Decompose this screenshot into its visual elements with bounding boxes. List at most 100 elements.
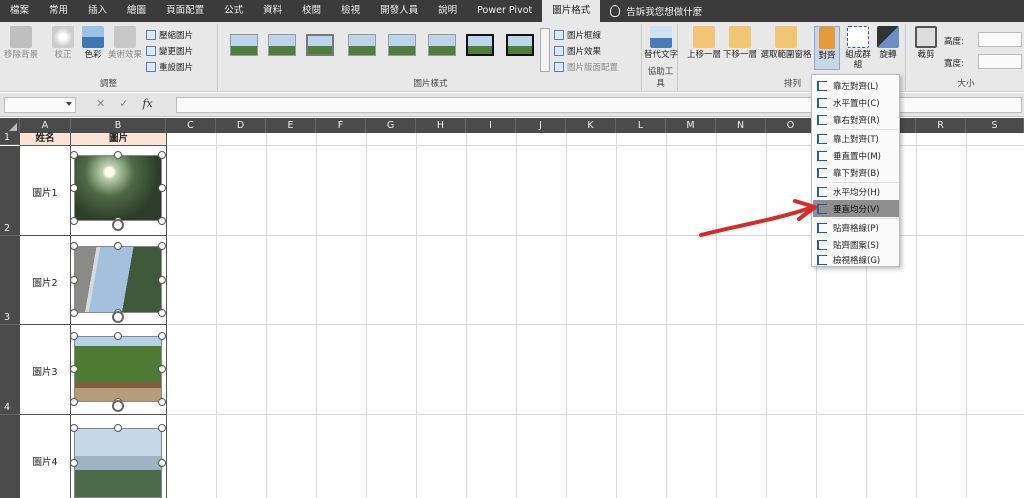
resize-handle[interactable] xyxy=(114,424,122,432)
resize-handle[interactable] xyxy=(158,424,166,432)
tab-review[interactable]: 校閱 xyxy=(292,0,331,22)
picture-style-5[interactable] xyxy=(388,34,416,56)
resize-handle[interactable] xyxy=(158,459,166,467)
column-header-j[interactable]: J xyxy=(516,118,566,133)
picture-2[interactable] xyxy=(74,246,162,313)
menu-align-top[interactable]: 靠上對齊(T) xyxy=(813,130,899,147)
resize-handle[interactable] xyxy=(158,184,166,192)
rotate-handle-icon[interactable] xyxy=(112,400,124,412)
color-button[interactable]: 色彩 xyxy=(76,26,110,60)
tab-formulas[interactable]: 公式 xyxy=(214,0,253,22)
send-backward-button[interactable]: 下移一層 xyxy=(720,26,760,60)
row-header-3[interactable]: 3 xyxy=(0,236,20,325)
resize-handle[interactable] xyxy=(158,275,166,284)
column-header-e[interactable]: E xyxy=(266,118,316,133)
selection-pane-button[interactable]: 選取範圍窗格 xyxy=(760,26,812,60)
tab-page-layout[interactable]: 頁面配置 xyxy=(156,0,214,22)
column-header-m[interactable]: M xyxy=(666,118,716,133)
tab-data[interactable]: 資料 xyxy=(253,0,292,22)
resize-handle[interactable] xyxy=(70,217,78,225)
column-header-l[interactable]: L xyxy=(616,118,666,133)
column-header-n[interactable]: N xyxy=(716,118,766,133)
menu-distribute-vertically[interactable]: 垂直均分(V) xyxy=(813,200,899,217)
resize-handle[interactable] xyxy=(70,398,78,406)
menu-align-middle[interactable]: 垂直置中(M) xyxy=(813,147,899,164)
column-header-b[interactable]: B xyxy=(71,118,166,133)
cell-a3[interactable]: 圖片2 xyxy=(20,275,70,289)
cell-b1[interactable]: 圖片 xyxy=(71,133,166,145)
picture-3[interactable] xyxy=(74,336,162,402)
enter-button[interactable]: ✓ xyxy=(119,97,128,110)
menu-align-center[interactable]: 水平置中(C) xyxy=(813,94,899,111)
remove-background-button[interactable]: 移除背景 xyxy=(4,26,38,60)
menu-snap-to-grid[interactable]: 貼齊格線(P) xyxy=(813,219,899,236)
picture-4[interactable] xyxy=(74,428,162,498)
resize-handle[interactable] xyxy=(70,275,78,284)
cell-a1[interactable]: 姓名 xyxy=(20,133,70,145)
resize-handle[interactable] xyxy=(158,365,166,373)
cell-a2[interactable]: 圖片1 xyxy=(20,185,70,199)
row-header-1[interactable]: 1 xyxy=(0,132,20,145)
tab-picture-format[interactable]: 圖片格式 xyxy=(542,0,601,22)
resize-handle[interactable] xyxy=(158,309,166,317)
width-input[interactable] xyxy=(978,54,1022,69)
picture-style-2[interactable] xyxy=(268,34,296,56)
row-header-2[interactable]: 2 xyxy=(0,146,20,236)
crop-button[interactable]: 裁剪 xyxy=(912,26,940,60)
tab-insert[interactable]: 插入 xyxy=(78,0,117,22)
tab-help[interactable]: 說明 xyxy=(428,0,467,22)
column-header-d[interactable]: D xyxy=(216,118,266,133)
column-header-k[interactable]: K xyxy=(566,118,616,133)
picture-style-6[interactable] xyxy=(428,34,456,56)
picture-style-3[interactable] xyxy=(306,34,334,56)
resize-handle[interactable] xyxy=(70,151,78,159)
resize-handle[interactable] xyxy=(70,309,78,317)
picture-style-8[interactable] xyxy=(506,34,534,56)
reset-picture-button[interactable]: 重設圖片 xyxy=(146,60,193,73)
row-header-5[interactable] xyxy=(0,415,20,498)
column-header-o[interactable]: O xyxy=(766,118,816,133)
column-header-c[interactable]: C xyxy=(166,118,216,133)
cell-a5[interactable]: 圖片4 xyxy=(20,454,70,468)
cell-a4[interactable]: 圖片3 xyxy=(20,364,70,378)
change-picture-button[interactable]: 變更圖片 xyxy=(146,44,193,57)
name-box[interactable] xyxy=(4,97,76,113)
resize-handle[interactable] xyxy=(158,242,166,250)
resize-handle[interactable] xyxy=(158,217,166,225)
tab-view[interactable]: 檢視 xyxy=(331,0,370,22)
resize-handle[interactable] xyxy=(114,151,122,159)
resize-handle[interactable] xyxy=(114,332,122,340)
picture-layout-button[interactable]: 圖片版面配置 xyxy=(554,60,618,73)
insert-function-button[interactable]: fx xyxy=(142,97,152,110)
cancel-button[interactable]: ✕ xyxy=(96,97,105,110)
bring-forward-button[interactable]: 上移一層 xyxy=(684,26,724,60)
tab-file[interactable]: 檔案 xyxy=(0,0,39,22)
resize-handle[interactable] xyxy=(70,332,78,340)
corrections-button[interactable]: 校正 xyxy=(46,26,80,60)
picture-border-button[interactable]: 圖片框線 xyxy=(554,28,601,41)
column-header-r[interactable]: R xyxy=(916,118,966,133)
rotate-handle-icon[interactable] xyxy=(112,311,124,323)
artistic-effects-button[interactable]: 美術效果 xyxy=(108,26,142,60)
column-header-s[interactable]: S xyxy=(966,118,1024,133)
resize-handle[interactable] xyxy=(70,184,78,192)
picture-1[interactable] xyxy=(74,155,162,221)
column-header-a[interactable]: A xyxy=(20,118,71,133)
resize-handle[interactable] xyxy=(70,242,78,250)
picture-effects-button[interactable]: 圖片效果 xyxy=(554,44,601,57)
tab-power-pivot[interactable]: Power Pivot xyxy=(467,0,542,22)
menu-align-left[interactable]: 靠左對齊(L) xyxy=(813,77,899,94)
picture-style-4[interactable] xyxy=(348,34,376,56)
resize-handle[interactable] xyxy=(70,365,78,373)
resize-handle[interactable] xyxy=(70,424,78,432)
menu-distribute-horizontally[interactable]: 水平均分(H) xyxy=(813,183,899,200)
row-header-4[interactable]: 4 xyxy=(0,325,20,415)
tab-developer[interactable]: 開發人員 xyxy=(370,0,428,22)
menu-align-right[interactable]: 靠右對齊(R) xyxy=(813,111,899,128)
resize-handle[interactable] xyxy=(158,151,166,159)
menu-align-bottom[interactable]: 靠下對齊(B) xyxy=(813,164,899,181)
tab-draw[interactable]: 繪圖 xyxy=(117,0,156,22)
rotate-handle-icon[interactable] xyxy=(112,219,124,231)
column-header-f[interactable]: F xyxy=(316,118,366,133)
menu-view-gridlines[interactable]: 檢視格線(G) xyxy=(813,251,899,268)
